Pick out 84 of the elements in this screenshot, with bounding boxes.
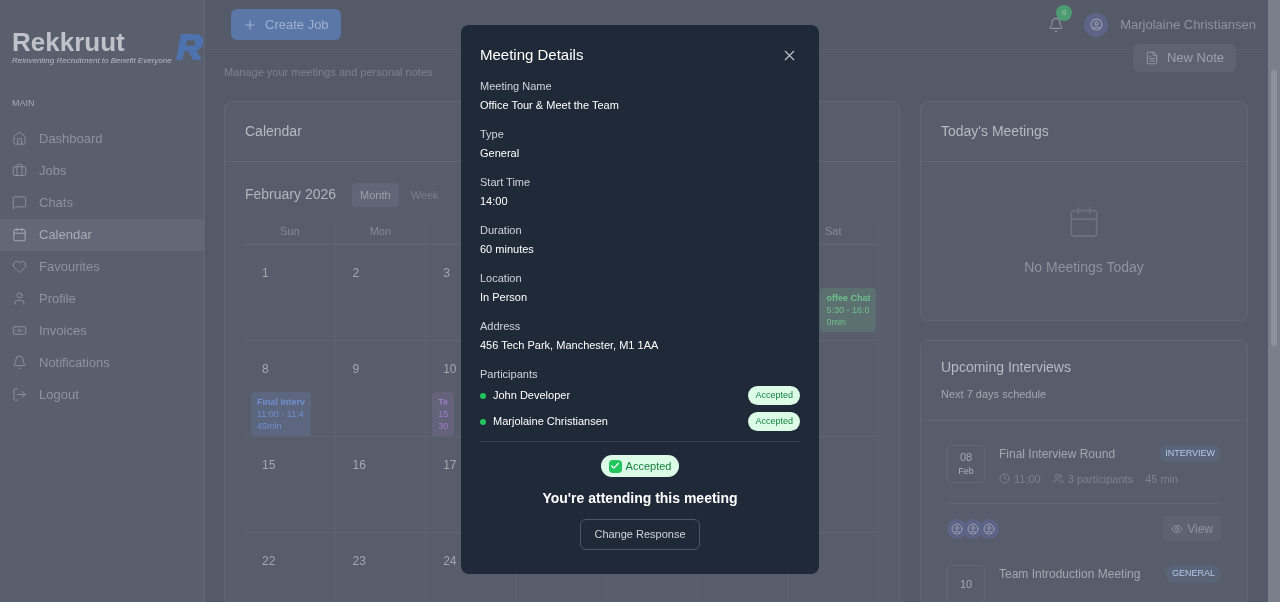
event-chip[interactable]: offee Chat 5:30 - 16:0 0min (820, 288, 877, 332)
participant-name: John Developer (493, 388, 571, 404)
field-value: Office Tour & Meet the Team (480, 98, 620, 113)
status-badge: Accepted (748, 385, 800, 406)
field-label: Type (480, 127, 505, 142)
day-number[interactable]: 2 (352, 266, 360, 280)
field-label: Address (480, 319, 522, 334)
field-value: General (480, 146, 521, 161)
event-time: 15 (438, 408, 449, 420)
status-badge: Accepted (748, 411, 800, 432)
attendance-message: You're attending this meeting (542, 489, 738, 508)
user-icon (1089, 18, 1103, 31)
interview-title: Final Interview Round (999, 445, 1116, 463)
day-number[interactable]: 15 (262, 458, 276, 472)
logo-wordmark: Rekkruut (12, 28, 126, 56)
bell-icon (12, 355, 27, 370)
change-response-button[interactable]: Change Response (580, 519, 700, 550)
bell-icon[interactable] (1048, 16, 1065, 33)
briefcase-icon (12, 163, 27, 178)
card-title: Today's Meetings (941, 121, 1049, 141)
day-number[interactable]: 8 (262, 362, 269, 376)
view-tab[interactable]: Month (352, 182, 399, 207)
month-title: February 2026 (245, 185, 337, 205)
logo-tagline: Reinventing Recruitment to Benefit Everyone (12, 56, 172, 66)
chat-bubble-icon (12, 195, 27, 210)
plus-icon (243, 17, 257, 32)
type-badge: GENERAL (1166, 565, 1221, 583)
date-day: 10 (959, 578, 973, 590)
avatar[interactable] (1084, 12, 1109, 37)
home-icon (12, 131, 27, 146)
event-chip[interactable]: Final Interv 11:00 - 11:4 45min (251, 392, 311, 436)
day-number[interactable]: 10 (443, 362, 457, 376)
nav-item[interactable]: Calendar (0, 218, 204, 251)
day-number[interactable]: 9 (352, 362, 360, 376)
event-title: offee Chat (826, 292, 871, 304)
event-time: 11:00 - 11:4 (257, 408, 305, 420)
field-label: Meeting Name (480, 79, 553, 94)
event-duration: 0min (826, 316, 847, 328)
date-day: 08 (959, 451, 973, 463)
field-value: 14:00 (480, 194, 509, 209)
calendar-icon (12, 227, 27, 242)
banknote-icon (12, 323, 27, 338)
field-label: Participants (480, 367, 539, 382)
day-number[interactable]: 24 (443, 554, 457, 568)
day-number[interactable]: 22 (262, 554, 276, 568)
field-value: In Person (480, 290, 529, 305)
field-label: Start Time (480, 175, 532, 190)
field-label: Location (480, 271, 523, 286)
person-icon (12, 291, 27, 306)
logout-icon (12, 387, 27, 402)
day-number[interactable]: 1 (262, 266, 269, 280)
event-chip[interactable]: Te 15 30 (432, 392, 455, 436)
people-icon (1052, 473, 1064, 485)
section-label: MAIN (12, 97, 36, 110)
create-job-button[interactable]: Create Job (231, 9, 341, 40)
field-label: Duration (480, 223, 523, 238)
day-number[interactable]: 16 (352, 458, 366, 472)
eye-icon (1171, 522, 1184, 535)
response-status-badge: Accepted (600, 455, 680, 477)
day-number[interactable]: 23 (352, 554, 366, 568)
user-name[interactable]: Marjolaine Christiansen (1120, 14, 1256, 35)
event-duration: 45min (257, 420, 283, 432)
heart-icon (12, 259, 27, 274)
event-time: 5:30 - 16:0 (826, 304, 871, 316)
event-title: Te (438, 396, 449, 408)
type-badge: INTERVIEW (1159, 444, 1221, 463)
field-value: 60 minutes (480, 242, 535, 257)
date-month: Feb (958, 467, 974, 476)
new-note-button[interactable]: New Note (1132, 44, 1236, 72)
scrollbar[interactable] (1268, 0, 1280, 602)
field-value: 456 Tech Park, Manchester, M1 1AA (480, 338, 660, 353)
card-subtitle: Next 7 days schedule (941, 387, 1048, 403)
check-icon (608, 459, 622, 473)
day-number[interactable]: 17 (443, 458, 457, 472)
document-icon (1144, 51, 1159, 65)
event-title: Final Interv (257, 396, 305, 408)
interview-title: Team Introduction Meeting (999, 566, 1141, 583)
clock-icon (999, 473, 1010, 485)
day-number[interactable]: 3 (443, 266, 450, 280)
event-duration: 30 (438, 420, 449, 432)
participant-name: Marjolaine Christiansen (493, 414, 608, 430)
card-title: Calendar (245, 121, 302, 141)
card-title: Upcoming Interviews (941, 358, 1072, 378)
dialog-title: Meeting Details (480, 44, 584, 65)
